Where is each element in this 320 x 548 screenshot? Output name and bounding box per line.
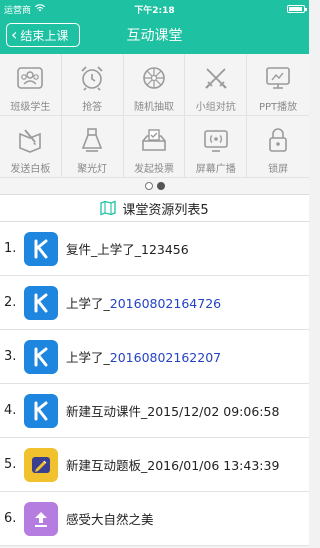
- vote-box-icon: [142, 129, 166, 151]
- crossed-swords-icon: [205, 68, 227, 89]
- chevron-left-icon: ‹: [11, 25, 18, 44]
- item-name: 上学了_20160802164726: [66, 293, 221, 312]
- tool-lock-screen[interactable]: 锁屏: [247, 116, 309, 178]
- list-item[interactable]: 2. 上学了_20160802164726: [0, 276, 309, 330]
- list-item[interactable]: 5. 新建互动题板_2016/01/06 13:43:39: [0, 438, 309, 492]
- item-name-link: 20160802162207: [109, 350, 222, 365]
- item-index: 6.: [4, 511, 17, 526]
- item-name-text: 复件_上学了_123456: [66, 242, 189, 257]
- page-indicator: [0, 178, 309, 194]
- item-name: 新建互动课件_2015/12/02 09:06:58: [66, 401, 279, 420]
- alarm-clock-icon: [81, 66, 103, 91]
- k-logo-icon: [34, 401, 48, 420]
- pencil-board-icon: [32, 456, 50, 473]
- tool-label: 随机抽取: [133, 102, 174, 113]
- k-logo-icon: [34, 347, 48, 366]
- end-class-label: 结束上课: [20, 28, 69, 43]
- courseware-thumb: [24, 285, 58, 320]
- tool-class-students[interactable]: 班级学生: [0, 54, 62, 116]
- resource-list-header: 课堂资源列表5: [0, 194, 309, 222]
- item-name-text: 新建互动题板_2016/01/06 13:43:39: [66, 458, 280, 473]
- map-book-icon: [100, 200, 117, 216]
- tool-start-vote[interactable]: 发起投票: [123, 116, 186, 178]
- item-name: 感受大自然之美: [66, 509, 154, 528]
- item-name-text: 上学了_: [66, 296, 110, 311]
- tool-label: 锁屏: [268, 164, 289, 175]
- item-index: 5.: [4, 457, 17, 472]
- nav-bar: 互动课堂 ‹ 结束上课: [0, 18, 309, 54]
- list-item[interactable]: 3. 上学了_20160802162207: [0, 330, 309, 384]
- upload-thumb: [24, 501, 58, 536]
- screen-broadcast-icon: [203, 130, 228, 152]
- tool-screen-broadcast[interactable]: 屏幕广播: [185, 116, 248, 178]
- courseware-thumb: [24, 339, 58, 374]
- clock: 下午2:18: [134, 5, 175, 16]
- item-name: 复件_上学了_123456: [66, 239, 189, 258]
- resource-list: 1. 复件_上学了_123456 2. 上学了_20160802164726 3…: [0, 222, 309, 546]
- tool-label: 发起投票: [133, 164, 174, 175]
- item-index: 3.: [4, 349, 17, 364]
- tool-spotlight[interactable]: 聚光灯: [61, 116, 124, 178]
- item-name-text: 感受大自然之美: [66, 512, 154, 527]
- tool-group-battle[interactable]: 小组对抗: [185, 54, 248, 116]
- tool-ppt-play[interactable]: PPT播放: [247, 54, 309, 116]
- courseware-thumb: [24, 231, 58, 266]
- tool-label: 抢答: [82, 102, 103, 113]
- spotlight-icon: [82, 128, 103, 152]
- end-class-button[interactable]: ‹ 结束上课: [6, 23, 80, 47]
- tool-label: PPT播放: [259, 102, 298, 113]
- board-thumb: [24, 447, 58, 482]
- tool-quick-answer[interactable]: 抢答: [61, 54, 124, 116]
- battery-icon: [287, 5, 307, 13]
- ppt-play-icon: [266, 67, 290, 89]
- tools-grid: 班级学生 抢答 随机抽取 小组对抗 PPT播放 发送白板 聚光灯 发起投票 屏幕…: [0, 54, 309, 178]
- item-name-text: 上学了_: [66, 350, 110, 365]
- courseware-thumb: [24, 393, 58, 428]
- k-logo-icon: [34, 293, 48, 312]
- whiteboard-icon: [19, 129, 42, 153]
- tool-label: 聚光灯: [77, 164, 108, 175]
- page-dot-1[interactable]: [144, 182, 153, 190]
- lock-icon: [269, 128, 287, 152]
- tool-label: 小组对抗: [195, 102, 236, 113]
- random-wheel-icon: [143, 67, 165, 89]
- resource-list-title: 课堂资源列表5: [122, 202, 209, 218]
- tool-label: 班级学生: [10, 102, 51, 113]
- item-name-text: 新建互动课件_2015/12/02 09:06:58: [66, 404, 280, 419]
- tool-label: 发送白板: [10, 164, 51, 175]
- item-name: 新建互动题板_2016/01/06 13:43:39: [66, 455, 279, 474]
- status-bar: 运营商 下午2:18: [0, 0, 309, 18]
- item-index: 1.: [4, 241, 17, 256]
- list-item[interactable]: 4. 新建互动课件_2015/12/02 09:06:58: [0, 384, 309, 438]
- k-logo-icon: [34, 239, 48, 258]
- tool-label: 屏幕广播: [195, 164, 236, 175]
- page-dot-2[interactable]: [156, 182, 165, 190]
- upload-arrow-icon: [35, 511, 47, 527]
- tool-random-pick[interactable]: 随机抽取: [123, 54, 186, 116]
- class-students-icon: [17, 67, 44, 89]
- list-item[interactable]: 1. 复件_上学了_123456: [0, 222, 309, 276]
- item-index: 4.: [4, 403, 17, 418]
- list-item[interactable]: 6. 感受大自然之美: [0, 492, 309, 546]
- item-name: 上学了_20160802162207: [66, 347, 221, 366]
- item-index: 2.: [4, 295, 17, 310]
- item-name-link: 20160802164726: [109, 296, 222, 311]
- tool-send-whiteboard[interactable]: 发送白板: [0, 116, 62, 178]
